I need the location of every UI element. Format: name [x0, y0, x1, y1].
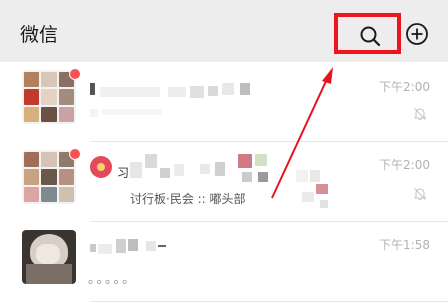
chat-time: 下午1:58 — [379, 238, 430, 252]
search-icon[interactable] — [358, 24, 382, 48]
chat-row[interactable]: 。。。。。 下午1:58 — [0, 222, 448, 302]
chat-preview: 。。。。。 — [88, 272, 138, 287]
mute-bell-icon — [413, 188, 427, 200]
chat-preview: 讨行板·民会 :: 嘟头部 — [130, 192, 246, 206]
group-avatar — [22, 150, 76, 204]
chat-row[interactable]: 习 讨行板·民会 :: 嘟头部 下午2:00 — [0, 142, 448, 222]
top-bar: 微信 — [0, 0, 448, 62]
contact-avatar — [22, 230, 76, 284]
unread-badge — [69, 68, 81, 80]
mute-bell-icon — [413, 108, 427, 120]
plus-circle-icon[interactable] — [405, 22, 429, 46]
chat-time: 下午2:00 — [379, 80, 430, 94]
search-highlight-box — [334, 13, 401, 54]
group-avatar — [22, 70, 76, 124]
chat-row[interactable]: 下午2:00 — [0, 62, 448, 142]
unread-badge — [69, 148, 81, 160]
chat-time: 下午2:00 — [379, 158, 430, 172]
app-title: 微信 — [20, 24, 59, 46]
